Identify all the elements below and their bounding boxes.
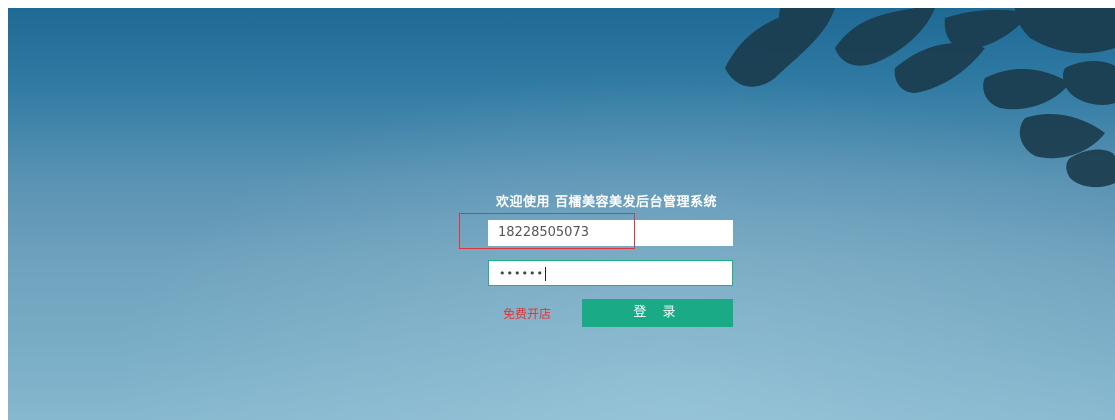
free-register-link[interactable]: 免费开店 (503, 305, 551, 322)
page-title: 欢迎使用 百檑美容美发后台管理系统 (496, 195, 718, 210)
login-button[interactable]: 登 录 (582, 299, 733, 327)
password-mask: •••••• (499, 267, 544, 280)
leaves-decoration-icon (725, 8, 1115, 188)
login-screen: 欢迎使用 百檑美容美发后台管理系统 18228505073 •••••• 免费开… (0, 0, 1115, 420)
highlight-annotation (459, 213, 635, 249)
text-cursor (544, 267, 546, 281)
password-field[interactable]: •••••• (488, 260, 733, 286)
